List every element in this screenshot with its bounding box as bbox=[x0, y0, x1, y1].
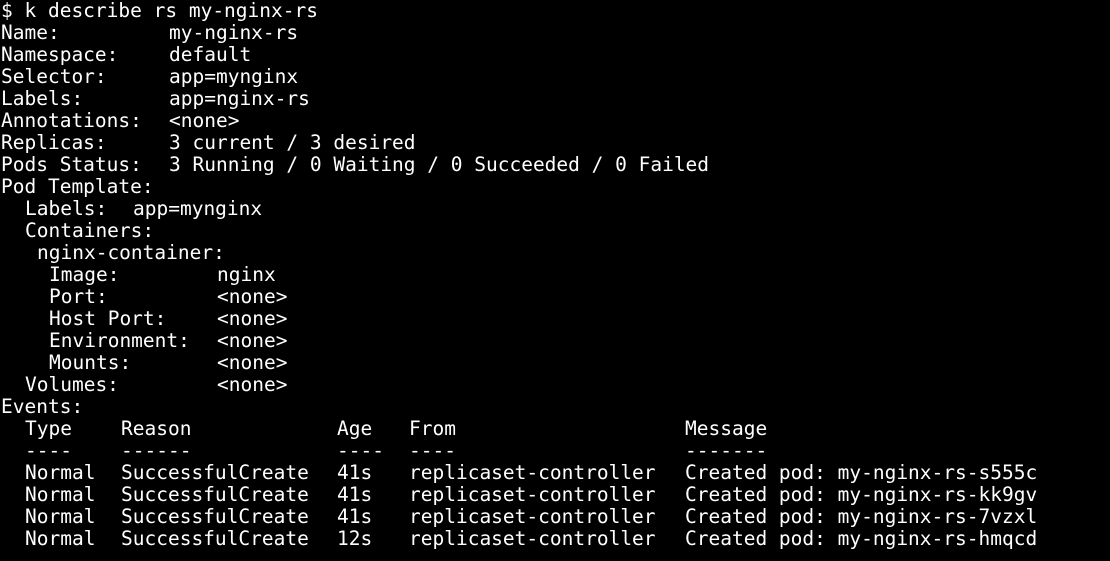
container-field-label: Port: bbox=[49, 286, 108, 308]
pod-template-heading: Pod Template: bbox=[1, 176, 154, 198]
container-field-label: Image: bbox=[49, 264, 120, 286]
field-value: <none> bbox=[169, 110, 240, 132]
container-field-value: <none> bbox=[217, 308, 288, 330]
events-heading: Events: bbox=[1, 396, 84, 418]
event-age: 41s bbox=[337, 462, 373, 484]
event-type: Normal bbox=[25, 528, 96, 550]
command-text: $ k describe rs my-nginx-rs bbox=[1, 0, 318, 22]
container-field-line: Port: <none> bbox=[0, 286, 1110, 308]
field-label: Labels: bbox=[1, 88, 84, 110]
pod-template-labels-label: Labels: bbox=[25, 198, 108, 220]
underline-message: ------- bbox=[685, 440, 768, 462]
event-type: Normal bbox=[25, 462, 96, 484]
field-value: app=mynginx bbox=[169, 66, 299, 88]
event-from: replicaset-controller bbox=[409, 484, 656, 506]
event-row: Normal SuccessfulCreate 41s replicaset-c… bbox=[0, 506, 1110, 528]
event-from: replicaset-controller bbox=[409, 462, 656, 484]
terminal-window[interactable]: $ k describe rs my-nginx-rs Name: my-ngi… bbox=[0, 0, 1110, 561]
event-row: Normal SuccessfulCreate 41s replicaset-c… bbox=[0, 484, 1110, 506]
volumes-value: <none> bbox=[217, 374, 288, 396]
event-type: Normal bbox=[25, 506, 96, 528]
underline-from: ---- bbox=[409, 440, 456, 462]
event-row: Normal SuccessfulCreate 41s replicaset-c… bbox=[0, 462, 1110, 484]
field-line: Annotations: <none> bbox=[0, 110, 1110, 132]
container-field-line: Environment: <none> bbox=[0, 330, 1110, 352]
column-header-age: Age bbox=[337, 418, 373, 440]
event-type: Normal bbox=[25, 484, 96, 506]
field-line: Selector: app=mynginx bbox=[0, 66, 1110, 88]
field-line: Namespace: default bbox=[0, 44, 1110, 66]
field-label: Selector: bbox=[1, 66, 107, 88]
containers-heading: Containers: bbox=[25, 220, 155, 242]
container-field-label: Environment: bbox=[49, 330, 190, 352]
field-label: Namespace: bbox=[1, 44, 119, 66]
events-underline-row: ---- ------ ---- ---- ------- bbox=[0, 440, 1110, 462]
pod-template-labels-value: app=mynginx bbox=[133, 198, 263, 220]
events-header-row: Type Reason Age From Message bbox=[0, 418, 1110, 440]
container-field-value: nginx bbox=[217, 264, 276, 286]
field-line: Replicas: 3 current / 3 desired bbox=[0, 132, 1110, 154]
event-age: 41s bbox=[337, 484, 373, 506]
field-value: default bbox=[169, 44, 252, 66]
container-field-value: <none> bbox=[217, 286, 288, 308]
column-header-type: Type bbox=[25, 418, 72, 440]
underline-reason: ------ bbox=[121, 440, 192, 462]
column-header-from: From bbox=[409, 418, 456, 440]
event-age: 12s bbox=[337, 528, 373, 550]
underline-type: ---- bbox=[25, 440, 72, 462]
container-field-line: Image: nginx bbox=[0, 264, 1110, 286]
event-message: Created pod: my-nginx-rs-s555c bbox=[685, 462, 1038, 484]
field-value: 3 current / 3 desired bbox=[169, 132, 416, 154]
event-message: Created pod: my-nginx-rs-kk9gv bbox=[685, 484, 1038, 506]
pod-template-heading-line: Pod Template: bbox=[0, 176, 1110, 198]
field-value: 3 Running / 0 Waiting / 0 Succeeded / 0 … bbox=[169, 154, 710, 176]
field-label: Name: bbox=[1, 22, 60, 44]
event-age: 41s bbox=[337, 506, 373, 528]
field-value: app=nginx-rs bbox=[169, 88, 310, 110]
container-name: nginx-container: bbox=[37, 242, 225, 264]
field-label: Replicas: bbox=[1, 132, 107, 154]
underline-age: ---- bbox=[337, 440, 384, 462]
event-row: Normal SuccessfulCreate 12s replicaset-c… bbox=[0, 528, 1110, 550]
event-reason: SuccessfulCreate bbox=[121, 528, 309, 550]
volumes-label: Volumes: bbox=[25, 374, 119, 396]
field-line: Labels: app=nginx-rs bbox=[0, 88, 1110, 110]
event-reason: SuccessfulCreate bbox=[121, 462, 309, 484]
container-name-line: nginx-container: bbox=[0, 242, 1110, 264]
event-from: replicaset-controller bbox=[409, 528, 656, 550]
event-reason: SuccessfulCreate bbox=[121, 506, 309, 528]
event-message: Created pod: my-nginx-rs-7vzxl bbox=[685, 506, 1038, 528]
events-heading-line: Events: bbox=[0, 396, 1110, 418]
container-field-value: <none> bbox=[217, 330, 288, 352]
column-header-reason: Reason bbox=[121, 418, 192, 440]
container-field-line: Host Port: <none> bbox=[0, 308, 1110, 330]
event-reason: SuccessfulCreate bbox=[121, 484, 309, 506]
container-field-value: <none> bbox=[217, 352, 288, 374]
column-header-message: Message bbox=[685, 418, 768, 440]
prompt-line: $ k describe rs my-nginx-rs bbox=[0, 0, 1110, 22]
event-from: replicaset-controller bbox=[409, 506, 656, 528]
containers-heading-line: Containers: bbox=[0, 220, 1110, 242]
field-line: Pods Status: 3 Running / 0 Waiting / 0 S… bbox=[0, 154, 1110, 176]
container-field-line: Mounts: <none> bbox=[0, 352, 1110, 374]
volumes-line: Volumes: <none> bbox=[0, 374, 1110, 396]
field-label: Pods Status: bbox=[1, 154, 142, 176]
pod-template-labels-line: Labels: app=mynginx bbox=[0, 198, 1110, 220]
container-field-label: Mounts: bbox=[49, 352, 132, 374]
field-line: Name: my-nginx-rs bbox=[0, 22, 1110, 44]
field-label: Annotations: bbox=[1, 110, 142, 132]
container-field-label: Host Port: bbox=[49, 308, 167, 330]
field-value: my-nginx-rs bbox=[169, 22, 299, 44]
event-message: Created pod: my-nginx-rs-hmqcd bbox=[685, 528, 1038, 550]
